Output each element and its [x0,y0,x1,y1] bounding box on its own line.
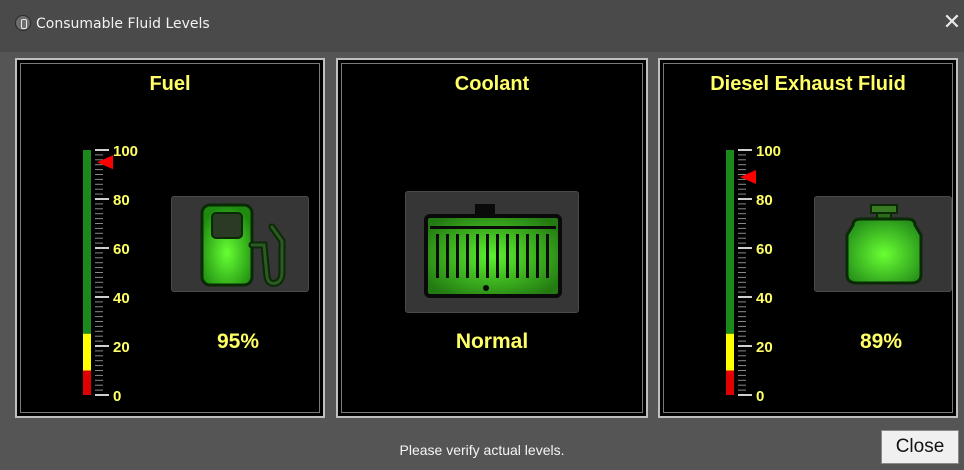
gauge-red-zone [83,370,91,395]
gauge-tick-label: 40 [113,290,130,307]
radiator-icon [405,191,579,313]
gauge-tick-label: 20 [756,339,773,356]
gauge-tick-label: 40 [756,290,773,307]
level-pointer [97,155,113,170]
window-title: Consumable Fluid Levels [36,16,210,32]
footer-note: Please verify actual levels. [399,442,565,458]
def-level-value: 89% [860,330,903,353]
gauge-tick-label: 0 [113,388,121,405]
def-tank-icon [814,196,952,292]
fuel-level-value: 95% [217,330,260,353]
gauge-tick-label: 100 [113,145,138,160]
gauge-tick-label: 100 [756,145,781,160]
gauge-green-zone [83,150,91,334]
fuel-pump-icon [171,196,309,292]
gauge-red-zone [726,370,734,395]
def-title: Diesel Exhaust Fluid [710,73,906,95]
fuel-gauge: 100 80 60 40 20 0 [77,145,147,405]
gauge-tick-label: 0 [756,388,764,405]
title-bar: Consumable Fluid Levels ✕ [0,0,964,52]
coolant-panel: Coolant Normal [336,58,648,418]
gauge-tick-label: 20 [113,339,130,356]
def-gauge: 100 80 60 40 20 0 [720,145,790,405]
coolant-title: Coolant [454,73,530,95]
level-pointer [740,169,756,184]
window-close-icon[interactable]: ✕ [940,11,964,37]
fuel-title: Fuel [149,73,191,95]
gauge-yellow-zone [726,333,734,371]
gauge-tick-label: 80 [756,192,773,209]
gauge-green-zone [726,150,734,334]
coolant-status-value: Normal [455,330,529,353]
close-button[interactable]: Close [881,430,959,464]
app-logo-icon [15,15,31,31]
gauge-tick-label: 60 [756,241,773,258]
def-panel: Diesel Exhaust Fluid 100 80 60 40 20 0 89% [658,58,958,418]
gauge-yellow-zone [83,333,91,371]
fuel-panel: Fuel 100 80 60 40 20 0 95% [15,58,325,418]
gauge-tick-label: 60 [113,241,130,258]
gauge-tick-label: 80 [113,192,130,209]
